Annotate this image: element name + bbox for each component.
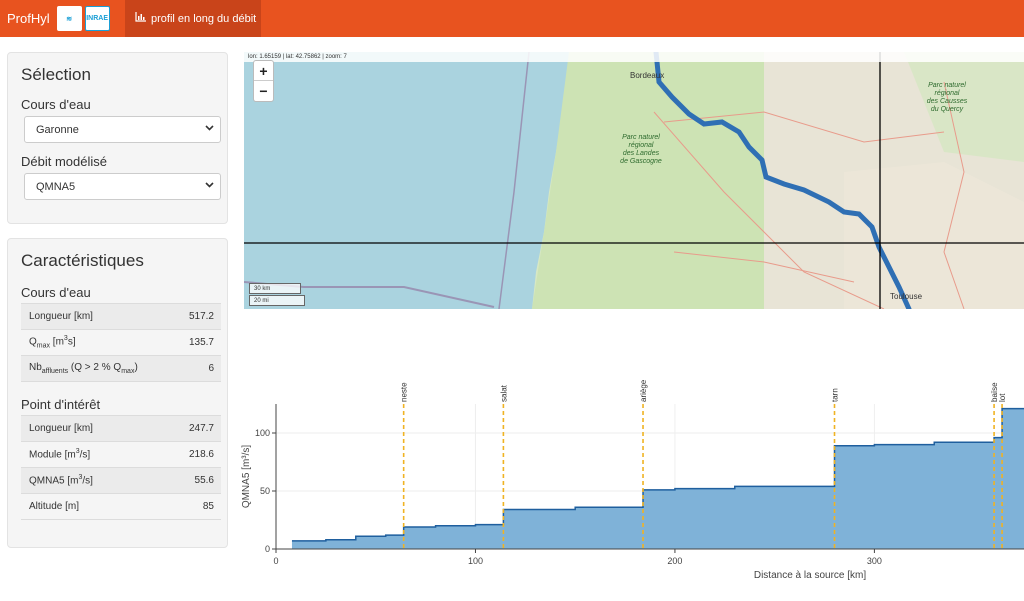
river-label: Cours d'eau: [21, 97, 91, 112]
x-tick-label: 0: [273, 556, 278, 566]
row-label-module: Module [m3/s]: [21, 441, 154, 468]
table-row: QMNA5 [m3/s] 55.6: [21, 467, 221, 494]
row-value: 6: [172, 355, 221, 382]
x-axis-title: Distance à la source [km]: [754, 570, 866, 581]
river-section-title: Cours d'eau: [21, 285, 91, 300]
row-value: 135.7: [172, 329, 221, 356]
table-row: Nbaffluents (Q > 2 % Qmax) 6: [21, 355, 221, 382]
poi-section-title: Point d'intérêt: [21, 397, 101, 412]
poi-table: Longueur [km] 247.7 Module [m3/s] 218.6 …: [21, 415, 221, 520]
x-tick-label: 200: [667, 556, 682, 566]
park-landes-label: Parc naturel régional des Landes de Gascogn…: [620, 134, 662, 165]
chart-svg: neste salat ariège tarn baïselot0501000 100 20…: [241, 379, 1024, 581]
tab-label: profil en long du débit: [151, 12, 257, 25]
river-select[interactable]: Garonne: [24, 116, 221, 143]
y-tick-label: 0: [265, 544, 270, 554]
y-tick-label: 50: [260, 486, 270, 496]
map-tiles: [244, 52, 1024, 309]
coords-readout: lon: 1.65159 | lat: 42.75862 | zoom: 7: [244, 52, 1024, 62]
tributary-label: lot: [998, 393, 1007, 402]
park-quercy-label: Parc naturel régional des Causses du Quercy: [926, 82, 968, 113]
row-value: 517.2: [172, 303, 221, 330]
profhyl-logo: ≋: [56, 6, 82, 31]
map[interactable]: lon: 1.65159 | lat: 42.75862 | zoom: 7 +…: [244, 52, 1024, 309]
characteristics-panel: Caractéristiques Cours d'eau Longueur [k…: [7, 238, 228, 548]
table-row: Altitude [m] 85: [21, 493, 221, 520]
flow-label: Débit modélisé: [21, 154, 107, 169]
brand[interactable]: ProfHyl ≋ INRAE: [0, 0, 110, 37]
flow-profile-chart: neste salat ariège tarn baïse lot 0 50 100 0 100 20…: [236, 370, 1024, 596]
inrae-logo: INRAE: [84, 6, 110, 31]
y-tick-label: 100: [255, 428, 270, 438]
scale-km: 30 km: [249, 283, 301, 294]
row-value: 247.7: [153, 415, 221, 442]
city-bordeaux: Bordeaux: [630, 71, 665, 80]
selection-title: Sélection: [21, 65, 91, 84]
flow-select[interactable]: QMNA5: [24, 173, 221, 200]
table-row: Longueur [km] 247.7: [21, 415, 221, 442]
flow-select-value: QMNA5: [36, 180, 76, 193]
y-axis-title: QMNA5 [m³/s]: [241, 445, 252, 509]
row-label-qmax: Qmax [m3s]: [21, 329, 173, 356]
chart-icon: [135, 12, 146, 25]
row-label: Longueur [km]: [21, 303, 173, 330]
selection-panel: Sélection Cours d'eau Garonne Débit modé…: [7, 52, 228, 224]
x-tick-label: 300: [867, 556, 882, 566]
tab-longitudinal-profile[interactable]: profil en long du débit: [125, 0, 261, 37]
zoom-in-button[interactable]: +: [254, 61, 273, 81]
scale-mi: 20 mi: [249, 295, 305, 306]
row-value: 218.6: [153, 441, 221, 468]
x-tick-label: 100: [468, 556, 483, 566]
tributary-label: neste: [400, 382, 409, 402]
row-label: Longueur [km]: [21, 415, 154, 442]
tributary-label: ariège: [639, 379, 648, 402]
characteristics-title: Caractéristiques: [21, 251, 144, 270]
river-table: Longueur [km] 517.2 Qmax [m3s] 135.7 Nba…: [21, 303, 221, 382]
tributary-label: tarn: [831, 388, 840, 402]
row-value: 85: [153, 493, 221, 520]
navbar: ProfHyl ≋ INRAE profil en long du débit: [0, 0, 1024, 37]
table-row: Module [m3/s] 218.6: [21, 441, 221, 468]
zoom-out-button[interactable]: −: [254, 81, 273, 101]
row-value: 55.6: [153, 467, 221, 494]
city-toulouse: Toulouse: [890, 292, 923, 301]
row-label-nb-tributaries: Nbaffluents (Q > 2 % Qmax): [21, 355, 173, 382]
row-label-qmna5: QMNA5 [m3/s]: [21, 467, 154, 494]
row-label: Altitude [m]: [21, 493, 154, 520]
zoom-control: + −: [253, 60, 274, 102]
river-select-value: Garonne: [36, 123, 79, 136]
chevron-down-icon: [205, 180, 214, 192]
table-row: Qmax [m3s] 135.7: [21, 329, 221, 356]
chevron-down-icon: [205, 123, 214, 135]
brand-name: ProfHyl: [7, 11, 50, 26]
series-area: [291, 408, 1024, 549]
table-row: Longueur [km] 517.2: [21, 303, 221, 330]
tributary-label: salat: [499, 384, 508, 402]
